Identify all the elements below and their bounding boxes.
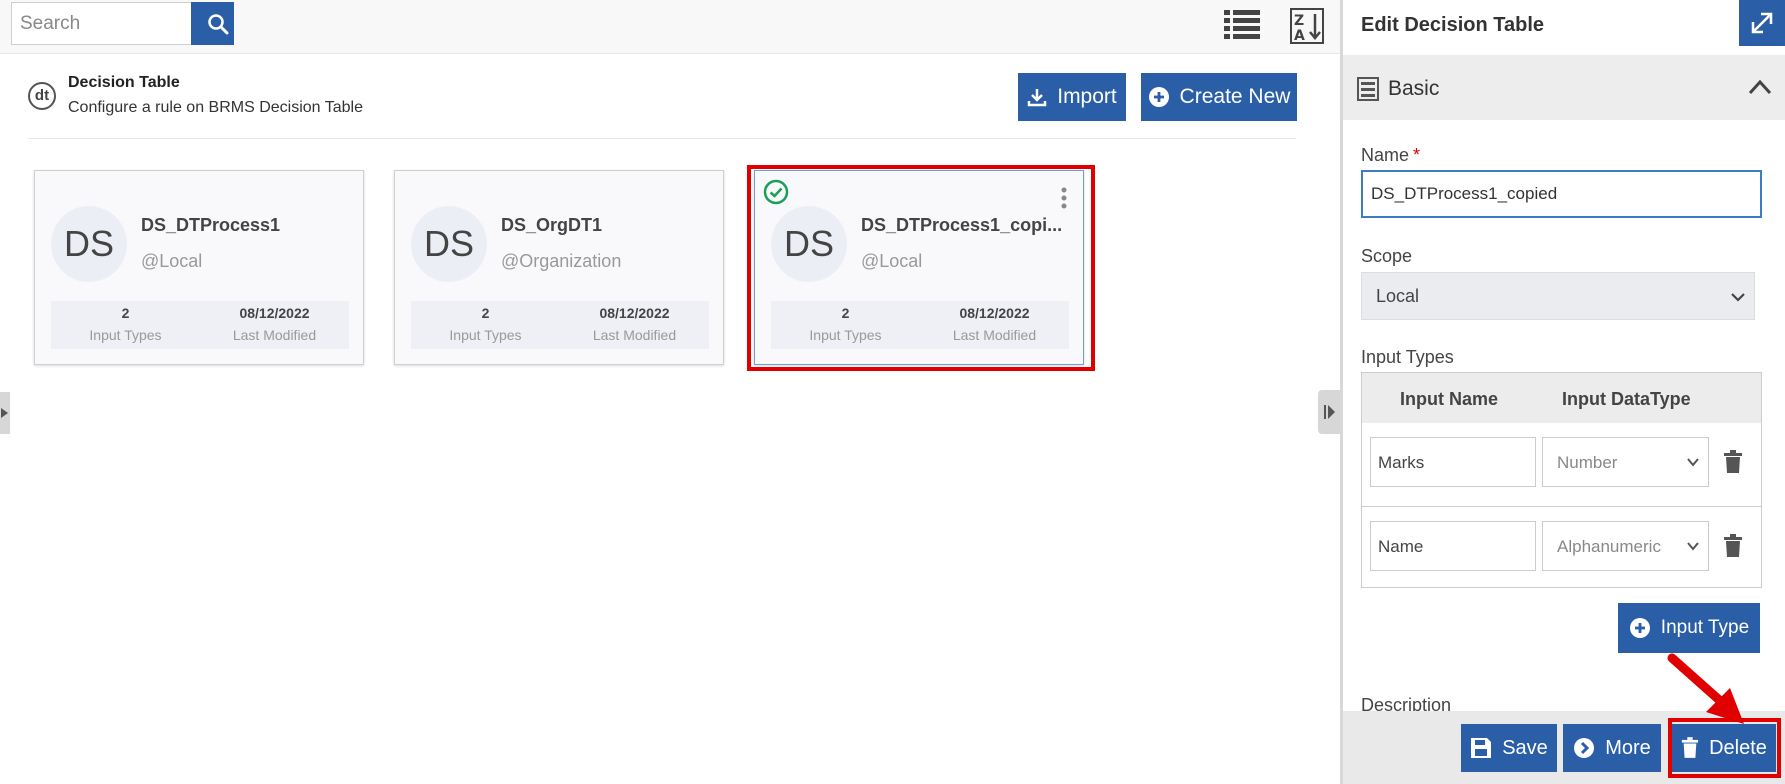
collapse-panel-handle[interactable] <box>1318 390 1340 434</box>
chevron-down-icon <box>1687 542 1699 551</box>
left-drawer-handle[interactable] <box>0 392 10 434</box>
decision-table-card[interactable]: DS DS_DTProcess1 @Local 2 Input Types 08/… <box>34 170 364 365</box>
divider <box>28 138 1296 139</box>
plus-circle-icon <box>1629 618 1650 638</box>
download-icon <box>1027 89 1047 107</box>
input-types-table: Input Name Input DataType Marks Number N… <box>1361 372 1762 588</box>
card-scope: @Organization <box>501 251 622 271</box>
section-title: Basic <box>1388 77 1440 100</box>
name-label: Name * <box>1361 145 1421 165</box>
last-modified-date: 08/12/2022 <box>239 305 310 321</box>
more-label: More <box>1605 736 1651 759</box>
search-icon <box>208 14 229 35</box>
expand-icon <box>1751 12 1773 34</box>
scope-label: Scope <box>1361 246 1413 266</box>
trash-icon[interactable] <box>1723 450 1743 474</box>
red-arrow-annotation <box>1667 653 1744 724</box>
expand-button[interactable] <box>1739 0 1785 46</box>
input-datatype-select[interactable]: Alphanumeric <box>1542 521 1709 571</box>
search-button[interactable] <box>191 2 234 45</box>
card-name: DS_DTProcess1 <box>141 215 281 235</box>
svg-text:Z: Z <box>1294 13 1304 29</box>
card-scope: @Local <box>141 251 203 271</box>
avatar: DS <box>51 206 127 282</box>
datatype-value: Number <box>1557 453 1618 472</box>
input-types-label: Input Types <box>449 327 522 343</box>
card-name: DS_OrgDT1 <box>501 215 603 235</box>
page-title: Decision Table <box>68 74 180 91</box>
decision-table-icon: dt <box>28 82 56 110</box>
form-icon <box>1357 77 1379 101</box>
search-input[interactable] <box>11 2 191 45</box>
add-input-type-button[interactable]: Input Type <box>1618 603 1760 653</box>
arrow-circle-right-icon <box>1574 738 1595 758</box>
plus-circle-icon <box>1148 87 1169 107</box>
last-modified-label: Last Modified <box>232 327 317 343</box>
create-new-label: Create New <box>1179 85 1291 108</box>
list-view-icon[interactable] <box>1224 8 1260 40</box>
input-types-count: 2 <box>481 305 490 321</box>
input-name-field[interactable]: Name <box>1370 521 1536 571</box>
highlight-box <box>747 165 1095 371</box>
svg-text:A: A <box>1294 28 1305 44</box>
collapse-right-icon <box>1324 405 1335 419</box>
input-types-label: Input Types <box>89 327 162 343</box>
workspace: Z A dt Decision Table Configure a rule o… <box>0 0 1340 784</box>
page-subtitle: Configure a rule on BRMS Decision Table <box>68 99 363 116</box>
sort-az-icon[interactable]: Z A <box>1290 8 1324 44</box>
avatar: DS <box>411 206 487 282</box>
table-row: Name Alphanumeric <box>1362 507 1761 591</box>
input-datatype-select[interactable]: Number <box>1542 437 1709 487</box>
input-name-field[interactable]: Marks <box>1370 437 1536 487</box>
column-header-input-datatype: Input DataType <box>1562 389 1691 409</box>
save-label: Save <box>1502 736 1548 759</box>
decision-table-card[interactable]: DS DS_OrgDT1 @Organization 2 Input Types … <box>394 170 724 365</box>
table-header: Input Name Input DataType <box>1362 373 1761 423</box>
import-button[interactable]: Import <box>1018 73 1126 121</box>
input-types-label: Input Types <box>1361 347 1454 367</box>
floppy-disk-icon <box>1471 738 1492 758</box>
datatype-value: Alphanumeric <box>1557 537 1661 556</box>
column-header-input-name: Input Name <box>1400 389 1499 409</box>
required-mark: * <box>1413 145 1421 165</box>
top-toolbar: Z A <box>0 0 1340 54</box>
create-new-button[interactable]: Create New <box>1141 73 1297 121</box>
name-input[interactable] <box>1361 170 1762 218</box>
table-row: Marks Number <box>1362 423 1761 507</box>
card-stats: 2 Input Types 08/12/2022 Last Modified <box>411 301 709 349</box>
chevron-up-icon <box>1748 79 1772 95</box>
trash-icon[interactable] <box>1723 534 1743 558</box>
scope-value: Local <box>1376 286 1420 306</box>
last-modified-date: 08/12/2022 <box>599 305 670 321</box>
chevron-down-icon <box>1687 458 1699 467</box>
last-modified-label: Last Modified <box>592 327 677 343</box>
save-button[interactable]: Save <box>1461 724 1557 772</box>
panel-title: Edit Decision Table <box>1361 14 1544 36</box>
add-input-type-label: Input Type <box>1660 617 1750 638</box>
basic-section-header[interactable]: Basic <box>1343 55 1785 120</box>
caret-right-icon <box>1 408 8 418</box>
more-button[interactable]: More <box>1563 724 1661 772</box>
import-label: Import <box>1057 85 1117 108</box>
card-stats: 2 Input Types 08/12/2022 Last Modified <box>51 301 349 349</box>
input-types-count: 2 <box>121 305 130 321</box>
scope-select[interactable]: Local <box>1361 272 1755 320</box>
chevron-down-icon <box>1731 293 1745 302</box>
